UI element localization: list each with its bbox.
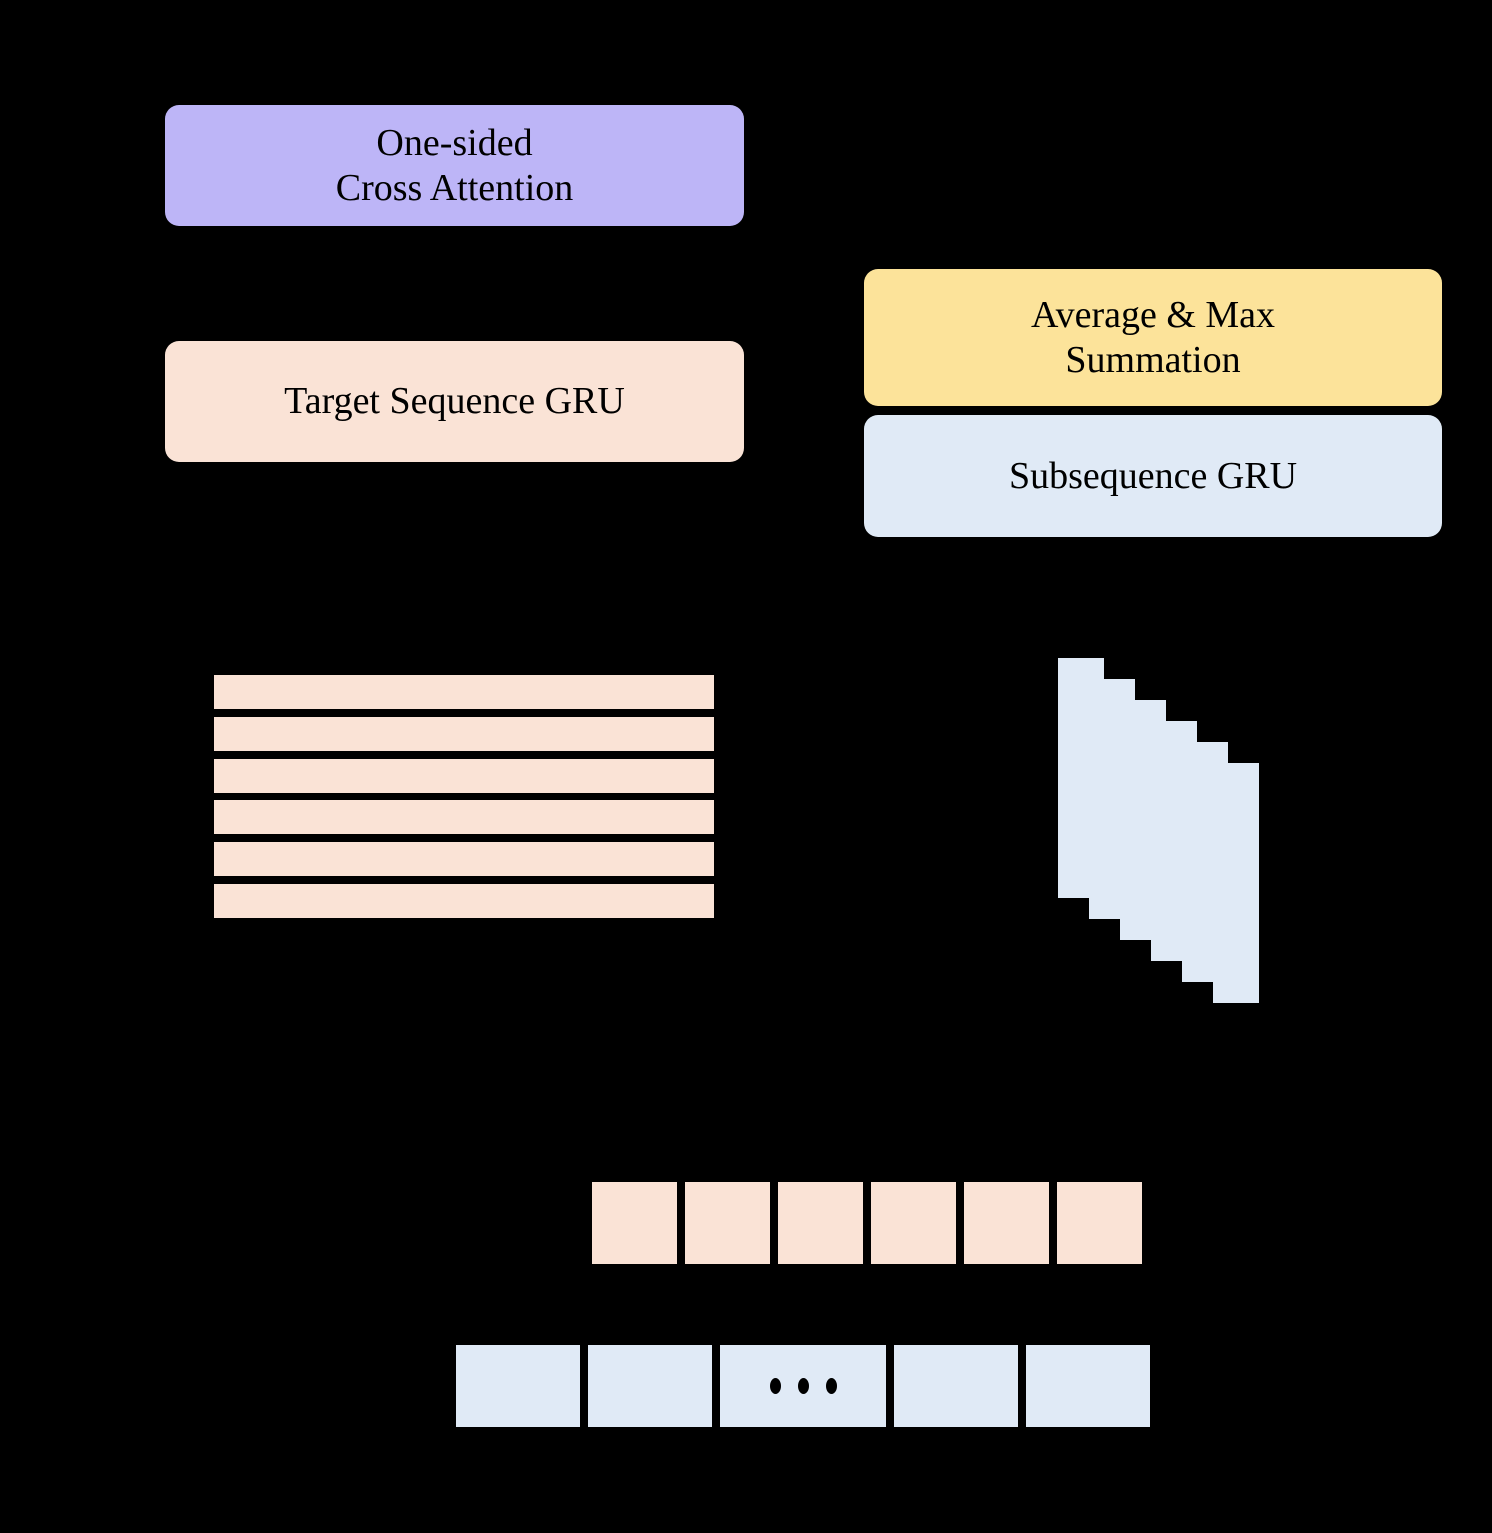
subsequence-hidden-state-slab xyxy=(1213,763,1259,1003)
target-token xyxy=(1057,1182,1142,1264)
node-target-sequence-gru: Target Sequence GRU xyxy=(165,341,744,462)
node-label: One-sided Cross Attention xyxy=(335,121,574,209)
target-token xyxy=(964,1182,1049,1264)
target-token xyxy=(592,1182,677,1264)
target-token xyxy=(778,1182,863,1264)
target-sequence-hidden-state-stack xyxy=(214,675,714,918)
node-label: Subsequence GRU xyxy=(1008,454,1298,497)
node-label: Average & Max Summation xyxy=(1030,293,1276,381)
node-average-and-max-summation: Average & Max Summation xyxy=(864,269,1442,406)
target-token xyxy=(871,1182,956,1264)
node-one-sided-cross-attention: One-sided Cross Attention xyxy=(165,105,744,226)
subsequence-token-ellipsis xyxy=(720,1345,886,1427)
target-token xyxy=(685,1182,770,1264)
hidden-state-row xyxy=(214,675,714,709)
subsequence-hidden-state-stack xyxy=(1058,658,1278,1003)
subsequence-token xyxy=(588,1345,712,1427)
subsequence-token-row xyxy=(456,1345,1150,1427)
hidden-state-row xyxy=(214,716,714,751)
subsequence-token xyxy=(894,1345,1018,1427)
diagram-canvas: One-sided Cross Attention Target Sequenc… xyxy=(0,0,1492,1533)
hidden-state-row xyxy=(214,842,714,877)
target-sequence-token-row xyxy=(592,1182,1142,1264)
subsequence-token xyxy=(456,1345,580,1427)
node-subsequence-gru: Subsequence GRU xyxy=(864,415,1442,537)
node-label: Target Sequence GRU xyxy=(284,380,625,423)
hidden-state-row xyxy=(214,884,714,918)
ellipsis-icon xyxy=(769,1378,837,1394)
hidden-state-row xyxy=(214,800,714,835)
hidden-state-row xyxy=(214,758,714,793)
subsequence-token xyxy=(1026,1345,1150,1427)
